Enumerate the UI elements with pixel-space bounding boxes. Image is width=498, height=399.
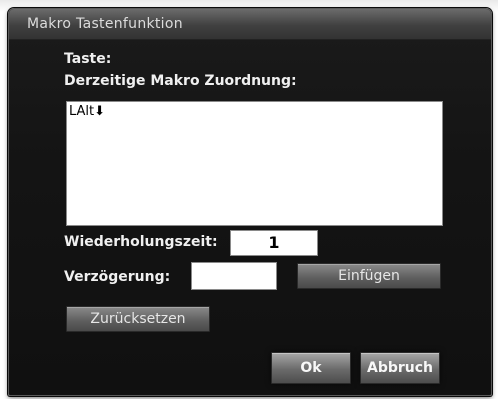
repeat-time-field[interactable]: 1	[230, 230, 318, 256]
repeat-time-label: Wiederholungszeit:	[64, 234, 218, 250]
title-bar[interactable]: Makro Tastenfunktion	[9, 9, 491, 40]
macro-key-dialog: Makro Tastenfunktion Taste: Derzeitige M…	[8, 8, 492, 396]
key-label: Taste:	[64, 51, 112, 67]
ok-button[interactable]: Ok	[271, 352, 351, 384]
cancel-button[interactable]: Abbruch	[360, 352, 440, 384]
delay-label: Verzögerung:	[64, 269, 171, 285]
reset-button[interactable]: Zurücksetzen	[66, 306, 210, 332]
macro-assignment-box[interactable]: LAlt⬇	[66, 101, 443, 226]
macro-assignment-value: LAlt⬇	[69, 104, 106, 119]
delay-field[interactable]	[191, 262, 277, 290]
assignment-label: Derzeitige Makro Zuordnung:	[64, 73, 297, 89]
insert-button[interactable]: Einfügen	[297, 263, 441, 289]
dialog-title: Makro Tastenfunktion	[27, 16, 183, 32]
